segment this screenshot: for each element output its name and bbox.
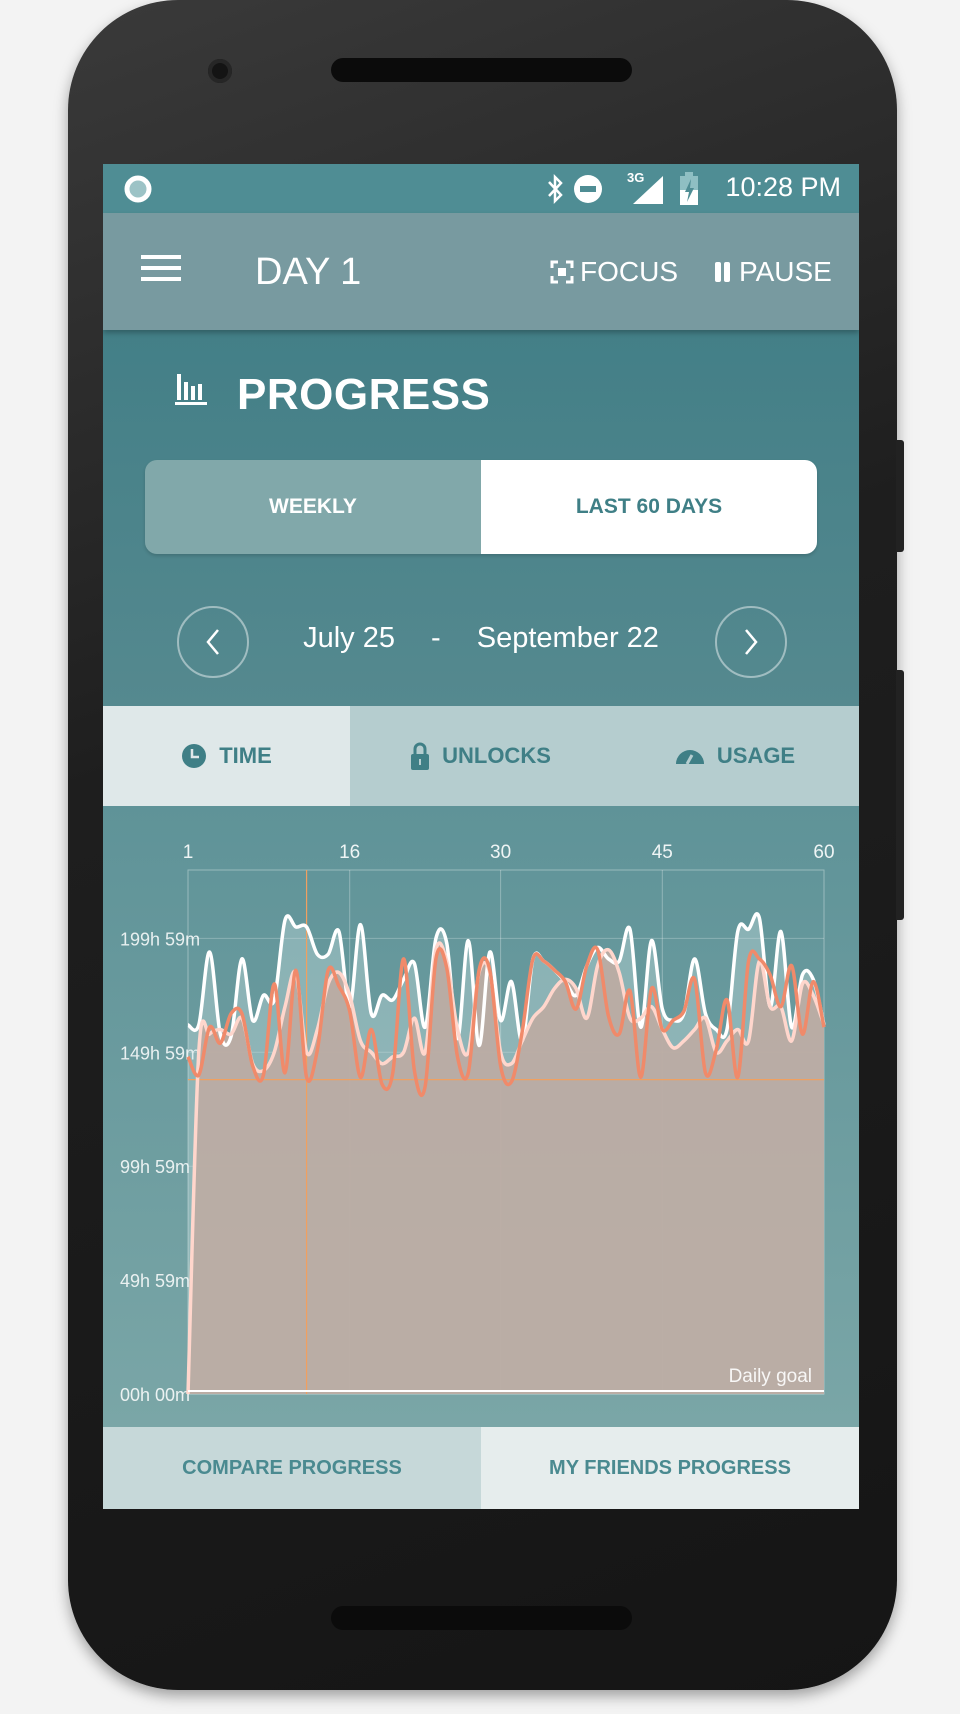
focus-button[interactable]: FOCUS (550, 256, 678, 288)
focus-label: FOCUS (580, 256, 678, 287)
date-separator: - (431, 622, 441, 654)
do-not-disturb-icon (574, 175, 602, 203)
chevron-right-icon (745, 629, 758, 655)
tab-usage-label: USAGE (716, 743, 796, 768)
my-friends-progress-button[interactable]: MY FRIENDS PROGRESS (481, 1427, 859, 1509)
lock-icon (411, 742, 430, 770)
y-tick-label: 49h 59m (120, 1271, 190, 1291)
bar-chart-icon (175, 374, 207, 405)
tab-time[interactable]: TIME (103, 706, 350, 806)
time-chart: 00h 00m 49h 59m 99h 59m 149h 59m 199h 59m 1 16… (103, 806, 859, 1427)
compare-progress-button[interactable]: COMPARE PROGRESS (103, 1427, 481, 1509)
focus-icon (550, 260, 574, 284)
status-bar: 3G 10:28 PM (103, 164, 859, 213)
previous-period-button[interactable] (177, 606, 249, 678)
toggle-weekly[interactable]: WEEKLY (145, 460, 481, 554)
x-tick-label: 1 (183, 842, 194, 863)
x-tick-label: 45 (652, 842, 673, 863)
y-tick-label: 199h 59m (120, 929, 200, 949)
signal-3g-icon (633, 176, 663, 204)
phone-screen: 3G 10:28 PM DAY 1 FOCUS PAUSE PROGRESS W… (103, 164, 859, 1509)
x-tick-label: 60 (813, 842, 834, 863)
progress-section: PROGRESS WEEKLY LAST 60 DAYS July 25 - S… (103, 330, 859, 706)
daily-goal-label: Daily goal (729, 1366, 812, 1387)
x-tick-label: 30 (490, 842, 511, 863)
speaker-grille-bottom (331, 1606, 632, 1630)
tab-unlocks[interactable]: UNLOCKS (350, 706, 611, 806)
progress-title: PROGRESS (237, 370, 491, 419)
menu-icon[interactable] (141, 253, 183, 283)
time-chart-svg: 00h 00m49h 59m99h 59m149h 59m199h 59m1 16… (120, 842, 835, 1405)
pause-label: PAUSE (739, 256, 832, 287)
gauge-icon (675, 750, 704, 765)
pause-icon (715, 262, 730, 282)
date-range: July 25 - September 22 (263, 622, 699, 655)
front-camera (208, 59, 232, 83)
bluetooth-icon (548, 173, 563, 205)
date-end: September 22 (476, 622, 659, 654)
bottom-actions: COMPARE PROGRESS MY FRIENDS PROGRESS (103, 1427, 859, 1509)
tab-time-label: TIME (219, 743, 272, 768)
volume-button (896, 670, 904, 920)
tab-unlocks-label: UNLOCKS (442, 743, 551, 768)
notification-circle-icon (124, 175, 152, 203)
next-period-button[interactable] (715, 606, 787, 678)
app-bar: DAY 1 FOCUS PAUSE (103, 213, 859, 330)
toggle-last-60-days[interactable]: LAST 60 DAYS (481, 460, 817, 554)
y-tick-label: 00h 00m (120, 1385, 190, 1405)
power-button (896, 440, 904, 552)
x-tick-label: 16 (339, 842, 360, 863)
period-toggle: WEEKLY LAST 60 DAYS (145, 460, 817, 554)
speaker-grille-top (331, 58, 632, 82)
pause-button[interactable]: PAUSE (713, 256, 832, 288)
status-time: 10:28 PM (725, 172, 841, 202)
clock-icon (182, 744, 207, 768)
tab-usage[interactable]: USAGE (611, 706, 859, 806)
date-start: July 25 (303, 622, 395, 654)
battery-charging-icon (680, 172, 698, 205)
metric-tabs: TIME UNLOCKS USAGE (103, 706, 859, 806)
chevron-left-icon (206, 629, 219, 655)
y-tick-label: 99h 59m (120, 1157, 190, 1177)
page-title: DAY 1 (255, 251, 362, 293)
